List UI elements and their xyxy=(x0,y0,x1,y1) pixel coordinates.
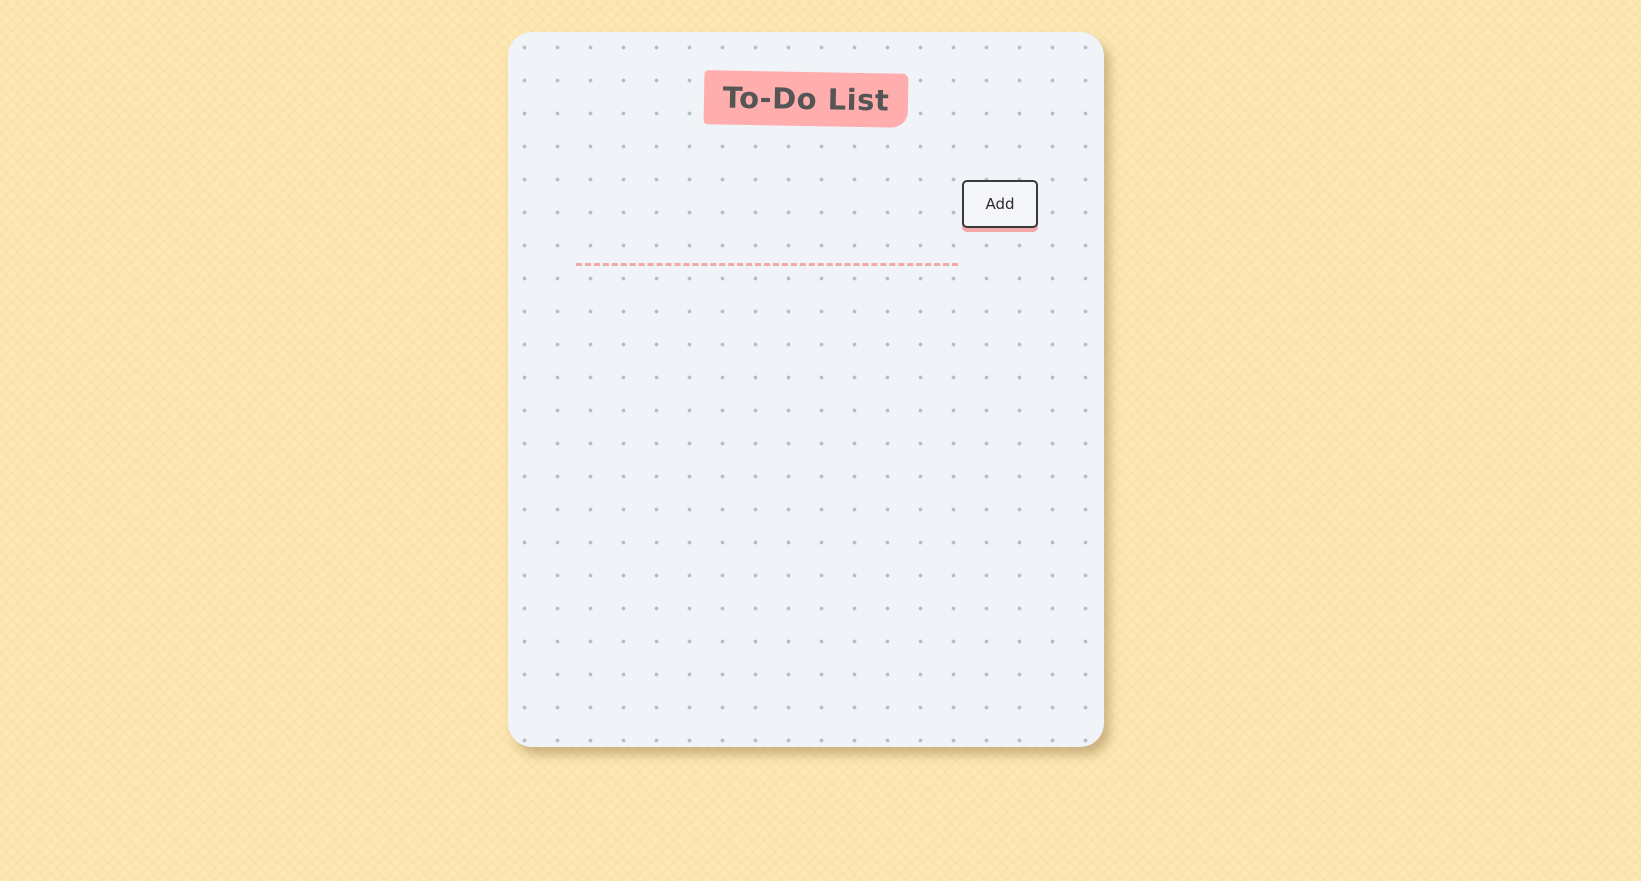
title-tag: To-Do List xyxy=(703,70,909,128)
page-title: To-Do List xyxy=(722,80,890,118)
todo-card: To-Do List Add xyxy=(508,32,1104,747)
add-button[interactable]: Add xyxy=(962,180,1038,228)
task-input[interactable] xyxy=(576,202,958,266)
